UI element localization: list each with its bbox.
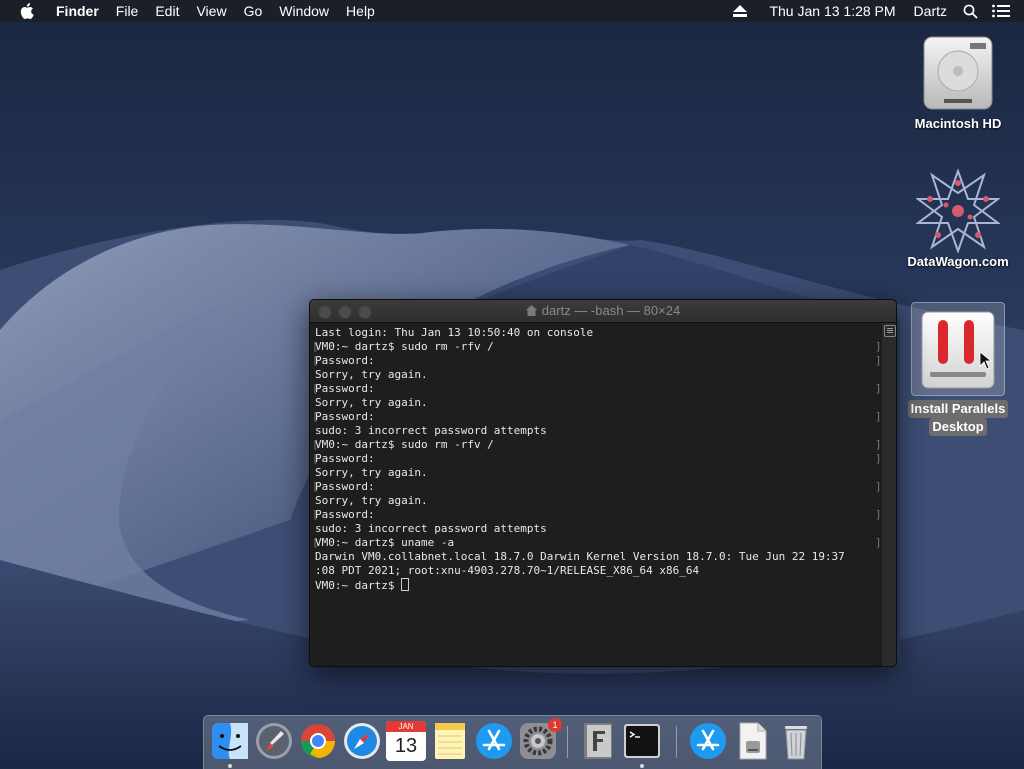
terminal-line: Sorry, try again. <box>315 466 428 479</box>
terminal-line: Darwin VM0.collabnet.local 18.7.0 Darwin… <box>315 550 845 563</box>
dock-divider <box>676 726 677 758</box>
home-folder-icon <box>525 305 537 316</box>
calendar-day: 13 <box>394 735 418 757</box>
desktop-icon-install-parallels[interactable]: Install Parallels Desktop <box>903 302 1013 436</box>
dock: JAN 13 1 <box>203 715 822 769</box>
parallels-installer-icon <box>921 311 995 389</box>
terminal-line: Sorry, try again. <box>315 368 428 381</box>
terminal-line: [VM0:~ dartz$ sudo rm -rfv /] <box>312 340 882 353</box>
terminal-line: Sorry, try again. <box>315 494 428 507</box>
terminal-scrollbar[interactable] <box>881 323 896 666</box>
terminal-line: [Password:] <box>312 452 882 465</box>
safari-icon[interactable] <box>342 721 382 761</box>
zoom-button[interactable] <box>358 305 372 319</box>
terminal-line: sudo: 3 incorrect password attempts <box>315 424 547 437</box>
terminal-prompt-line[interactable]: VM0:~ dartz$ <box>315 578 882 592</box>
terminal-line: Last login: Thu Jan 13 10:50:40 on conso… <box>315 326 594 339</box>
running-indicator <box>228 764 232 768</box>
terminal-line: sudo: 3 incorrect password attempts <box>315 522 547 535</box>
menu-go[interactable]: Go <box>244 0 263 22</box>
apple-menu-icon[interactable] <box>20 3 34 19</box>
terminal-line: [Password:] <box>312 382 882 395</box>
minimize-button[interactable] <box>338 305 352 319</box>
menu-user[interactable]: Dartz <box>914 0 947 22</box>
notes-icon[interactable] <box>430 721 470 761</box>
desktop-icon-datawagon[interactable]: DataWagon.com <box>903 168 1013 269</box>
calendar-month: JAN <box>386 721 426 732</box>
split-pane-icon[interactable] <box>884 325 896 337</box>
text-cursor <box>401 578 410 591</box>
terminal-output[interactable]: Last login: Thu Jan 13 10:50:40 on conso… <box>310 323 882 666</box>
finder-icon[interactable] <box>210 721 250 761</box>
terminal-title: dartz — -bash — 80×24 <box>541 303 681 318</box>
eject-icon[interactable] <box>733 5 748 17</box>
preview-disk-image-icon[interactable] <box>732 721 772 761</box>
terminal-line: Sorry, try again. <box>315 396 428 409</box>
desktop-icon-label: Macintosh HD <box>914 116 1002 131</box>
terminal-line: [VM0:~ dartz$ uname -a] <box>312 536 882 549</box>
app-store-downloads-icon[interactable] <box>688 721 728 761</box>
desktop-icon-macintosh-hd[interactable]: Macintosh HD <box>903 30 1013 131</box>
system-preferences-icon[interactable]: 1 <box>518 718 562 761</box>
desktop-icon-label-line1: Install Parallels <box>907 400 1009 418</box>
calendar-icon[interactable]: JAN 13 <box>386 721 426 761</box>
menu-window[interactable]: Window <box>279 0 329 22</box>
terminal-line: [Password:] <box>312 354 882 367</box>
menu-help[interactable]: Help <box>346 0 375 22</box>
chrome-icon[interactable] <box>298 721 338 761</box>
terminal-line: [Password:] <box>312 480 882 493</box>
menu-view[interactable]: View <box>196 0 226 22</box>
notification-badge: 1 <box>548 718 562 732</box>
close-button[interactable] <box>318 305 332 319</box>
menu-edit[interactable]: Edit <box>155 0 179 22</box>
notification-center-icon[interactable] <box>992 4 1010 18</box>
terminal-line: [Password:] <box>312 410 882 423</box>
datawagon-star-icon <box>916 169 1000 253</box>
font-book-icon[interactable] <box>578 721 618 761</box>
app-store-icon[interactable] <box>474 721 514 761</box>
desktop-icon-label-line2: Desktop <box>929 418 987 436</box>
menu-file[interactable]: File <box>116 0 139 22</box>
terminal-line: [Password:] <box>312 508 882 521</box>
desktop-icon-label: DataWagon.com <box>907 254 1009 269</box>
menu-bar: Finder File Edit View Go Window Help Thu… <box>0 0 1024 22</box>
terminal-line: [VM0:~ dartz$ sudo rm -rfv /] <box>312 438 882 451</box>
terminal-title-bar[interactable]: dartz — -bash — 80×24 <box>310 300 896 323</box>
dock-divider <box>567 726 568 758</box>
running-indicator <box>640 764 644 768</box>
terminal-icon[interactable] <box>622 721 662 761</box>
hard-drive-icon <box>923 36 993 110</box>
menu-finder[interactable]: Finder <box>56 0 99 22</box>
menu-extras: Thu Jan 13 1:28 PM Dartz <box>733 0 1024 22</box>
spotlight-search-icon[interactable] <box>963 4 978 19</box>
launchpad-icon[interactable] <box>254 721 294 761</box>
terminal-window[interactable]: dartz — -bash — 80×24 Last login: Thu Ja… <box>309 299 897 667</box>
menu-clock[interactable]: Thu Jan 13 1:28 PM <box>769 0 895 22</box>
terminal-line: :08 PDT 2021; root:xnu-4903.278.70~1/REL… <box>315 564 700 577</box>
trash-icon[interactable] <box>776 721 816 761</box>
